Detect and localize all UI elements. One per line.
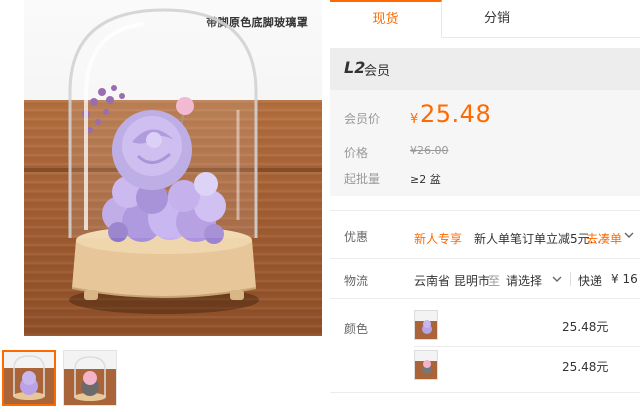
shipping-method: 快递	[578, 274, 603, 288]
thumbnail-strip	[0, 350, 140, 410]
swatch-pink	[414, 350, 438, 380]
promo-label: 优惠	[344, 230, 369, 244]
divider	[414, 346, 640, 347]
color-option-pink[interactable]: 25.48元	[414, 350, 640, 384]
promo-link[interactable]: 去凑单	[586, 230, 622, 247]
pink-rose-thumb-icon	[64, 351, 116, 405]
option-price: 25.48元	[562, 320, 609, 334]
tab-distribution[interactable]: 分销	[442, 0, 552, 38]
moq-label: 起批量	[344, 172, 381, 186]
member-price-label: 会员价	[344, 112, 381, 126]
member-level: L2	[344, 58, 366, 77]
ship-from: 云南省 昆明市	[414, 274, 490, 288]
divider	[330, 258, 640, 259]
swatch-purple	[414, 310, 438, 340]
divider	[330, 298, 640, 299]
divider	[330, 392, 640, 393]
pink-rose-swatch-icon	[415, 351, 437, 379]
chevron-down-icon[interactable]	[624, 228, 634, 242]
option-price: 25.48元	[562, 360, 609, 374]
price-box: L2 会员 会员价 ¥ 25.48 价格 ¥26.00 起批量 ≥2 盆	[330, 48, 640, 196]
glass-dome-rose-illustration	[68, 8, 259, 314]
purple-rose-thumb-icon	[4, 352, 54, 404]
chevron-down-icon[interactable]	[552, 272, 562, 286]
separator	[570, 272, 571, 286]
moq-value: ≥2 盆	[410, 173, 441, 186]
destination-select[interactable]: 请选择	[506, 272, 542, 289]
member-price: 25.48	[420, 100, 492, 128]
price-label: 价格	[344, 146, 369, 160]
color-label: 颜色	[344, 322, 369, 336]
promo-tag: 新人专享	[414, 232, 463, 246]
currency-symbol: ¥	[410, 112, 419, 127]
logistics-label: 物流	[344, 274, 369, 288]
divider	[330, 210, 640, 211]
tab-in-stock[interactable]: 现货	[330, 0, 442, 38]
color-option-purple[interactable]: 25.48元	[414, 310, 640, 344]
member-level-suffix: 会员	[364, 64, 391, 79]
member-level-header: L2 会员	[330, 48, 640, 90]
ship-to-word: 至	[488, 274, 501, 288]
thumbnail-pink-rose[interactable]	[63, 350, 117, 406]
promo-text: 新人单笔订单立减5元...	[474, 232, 602, 246]
purple-rose-swatch-icon	[415, 311, 437, 339]
thumbnail-purple-rose[interactable]	[2, 350, 56, 406]
sales-mode-tabs: 现货 分销	[330, 0, 640, 38]
product-info-panel: 现货 分销 L2 会员 会员价 ¥ 25.48 价格 ¥26.00 起批量 ≥2…	[330, 0, 640, 412]
original-price: ¥26.00	[410, 144, 449, 157]
main-product-image[interactable]: 带脚原色底脚玻璃罩	[24, 0, 322, 336]
shipping-fee: ¥ 16	[611, 272, 638, 286]
